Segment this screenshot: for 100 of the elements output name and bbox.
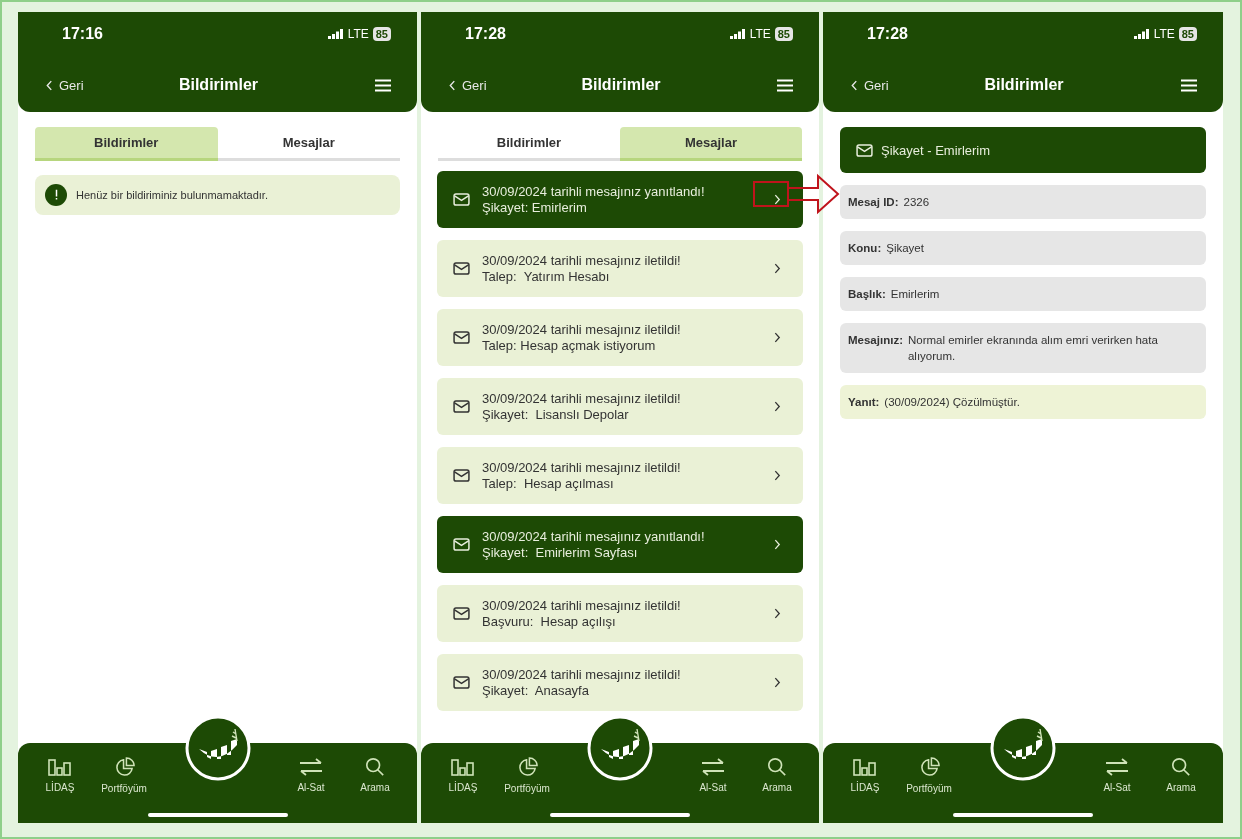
chevron-icon xyxy=(774,263,781,274)
screen-title: Bildirimler xyxy=(984,76,1064,94)
message-subject: Şikayet: Emirlerim Sayfası xyxy=(482,544,639,561)
message-item[interactable]: 30/09/2024 tarihli mesajınız iletildi! Şikayet: Anasayfa xyxy=(437,654,803,711)
search-icon xyxy=(767,757,787,777)
message-subject: Talep: Hesap açılması xyxy=(482,475,615,492)
search-icon xyxy=(365,757,385,777)
nav-item[interactable]: Al-Sat xyxy=(681,757,745,793)
message-subject: Talep: Yatırım Hesabı xyxy=(482,268,611,285)
message-item[interactable]: 30/09/2024 tarihli mesajınız yanıtlandı! Şikayet: Emirlerim Sayfası xyxy=(437,516,803,573)
envelope-icon xyxy=(453,400,470,413)
message-item[interactable]: 30/09/2024 tarihli mesajınız yanıtlandı! Şikayet: Emirlerim xyxy=(437,171,803,228)
back-button[interactable]: Geri xyxy=(851,77,931,93)
envelope-icon xyxy=(453,193,470,206)
field-value: 2326 xyxy=(903,195,930,210)
menu-icon[interactable] xyxy=(1181,78,1197,92)
message-title: 30/09/2024 tarihli mesajınız iletildi! xyxy=(482,459,682,476)
chevron-icon xyxy=(774,332,781,343)
chevron-left-icon xyxy=(449,79,456,91)
envelope-icon xyxy=(453,676,470,689)
message-item[interactable]: 30/09/2024 tarihli mesajınız iletildi! Başvuru: Hesap açılışı xyxy=(437,585,803,642)
message-title: 30/09/2024 tarihli mesajınız yanıtlandı! xyxy=(482,183,706,200)
chevron-left-icon xyxy=(851,79,858,91)
nav-item[interactable]: LİDAŞ xyxy=(431,757,495,793)
alert-icon xyxy=(45,184,67,206)
message-title: 30/09/2024 tarihli mesajınız iletildi! xyxy=(482,390,682,407)
signal-icon xyxy=(729,29,746,39)
message-title: 30/09/2024 tarihli mesajınız iletildi! xyxy=(482,321,682,338)
swap-arrows-icon xyxy=(700,757,726,777)
status-time: 17:28 xyxy=(465,25,506,43)
message-title: 30/09/2024 tarihli mesajınız iletildi! xyxy=(482,666,682,683)
nav-item[interactable]: Arama xyxy=(343,757,407,793)
envelope-icon xyxy=(453,262,470,275)
nav-item[interactable]: Portföyüm xyxy=(92,757,156,794)
field-label: Başlık: xyxy=(848,287,886,302)
message-title: 30/09/2024 tarihli mesajınız yanıtlandı! xyxy=(482,528,706,545)
envelope-icon xyxy=(453,331,470,344)
message-item[interactable]: 30/09/2024 tarihli mesajınız iletildi! Talep: Hesap açılması xyxy=(437,447,803,504)
status-time: 17:16 xyxy=(62,25,103,43)
nav-item[interactable]: Portföyüm xyxy=(897,757,961,794)
detail-title: Şikayet - Emirlerim xyxy=(881,142,991,158)
pie-chart-icon xyxy=(918,757,940,778)
logo-icon[interactable] xyxy=(990,715,1056,781)
envelope-icon xyxy=(453,607,470,620)
field-value: Normal emirler ekranında alım emri verirken hata alıyorum. xyxy=(907,333,1159,364)
menu-icon[interactable] xyxy=(375,78,391,92)
bar-chart-icon xyxy=(853,757,877,777)
swap-arrows-icon xyxy=(1104,757,1130,777)
nav-item[interactable]: Arama xyxy=(1149,757,1213,793)
message-subject: Başvuru: Hesap açılışı xyxy=(482,613,617,630)
nav-item[interactable]: Al-Sat xyxy=(1085,757,1149,793)
menu-icon[interactable] xyxy=(777,78,793,92)
bar-chart-icon xyxy=(48,757,72,777)
chevron-icon xyxy=(774,470,781,481)
envelope-icon xyxy=(453,538,470,551)
tab[interactable]: Bildirimler xyxy=(35,127,218,161)
battery-indicator: 85 xyxy=(372,27,391,41)
logo-icon[interactable] xyxy=(587,715,653,781)
nav-item[interactable]: LİDAŞ xyxy=(833,757,897,793)
network-label: LTE xyxy=(749,27,771,41)
status-time: 17:28 xyxy=(867,25,908,43)
nav-item[interactable]: LİDAŞ xyxy=(28,757,92,793)
field-label: Mesaj ID: xyxy=(848,195,899,210)
pie-chart-icon xyxy=(113,757,135,778)
message-item[interactable]: 30/09/2024 tarihli mesajınız iletildi! Şikayet: Lisanslı Depolar xyxy=(437,378,803,435)
chevron-icon xyxy=(774,677,781,688)
message-title: 30/09/2024 tarihli mesajınız iletildi! xyxy=(482,597,682,614)
signal-icon xyxy=(327,29,344,39)
network-label: LTE xyxy=(347,27,369,41)
envelope-icon xyxy=(453,469,470,482)
logo-icon[interactable] xyxy=(184,715,251,781)
field-value: Şikayet xyxy=(886,241,924,256)
message-item[interactable]: 30/09/2024 tarihli mesajınız iletildi! Talep: Hesap açmak istiyorum xyxy=(437,309,803,366)
envelope-icon xyxy=(856,143,873,157)
tab[interactable]: Mesajlar xyxy=(620,127,802,161)
message-subject: Talep: Hesap açmak istiyorum xyxy=(482,337,657,354)
chevron-icon xyxy=(774,401,781,412)
chevron-icon xyxy=(774,539,781,550)
message-title: 30/09/2024 tarihli mesajınız iletildi! xyxy=(482,252,682,269)
back-button[interactable]: Geri xyxy=(449,77,529,93)
chevron-icon xyxy=(774,608,781,619)
field-value: (30/09/2024) Çözülmüştür. xyxy=(884,395,1020,410)
pie-chart-icon xyxy=(516,757,538,778)
message-subject: Şikayet: Lisanslı Depolar xyxy=(482,406,630,423)
field-label: Yanıt: xyxy=(848,395,880,410)
screen-title: Bildirimler xyxy=(178,76,259,94)
back-button[interactable]: Geri xyxy=(46,77,126,93)
chevron-left-icon xyxy=(46,79,53,91)
field-label: Mesajınız: xyxy=(848,333,903,348)
nav-item[interactable]: Portföyüm xyxy=(495,757,559,794)
screen-title: Bildirimler xyxy=(581,76,661,94)
signal-icon xyxy=(1133,29,1150,39)
notice-text: Henüz bir bildiriminiz bulunmamaktadır. xyxy=(76,189,268,201)
message-item[interactable]: 30/09/2024 tarihli mesajınız iletildi! Talep: Yatırım Hesabı xyxy=(437,240,803,297)
message-subject: Şikayet: Emirlerim xyxy=(482,199,588,216)
swap-arrows-icon xyxy=(298,757,324,777)
battery-indicator: 85 xyxy=(774,27,793,41)
network-label: LTE xyxy=(1153,27,1175,41)
nav-item[interactable]: Al-Sat xyxy=(279,757,343,793)
nav-item[interactable]: Arama xyxy=(745,757,809,793)
